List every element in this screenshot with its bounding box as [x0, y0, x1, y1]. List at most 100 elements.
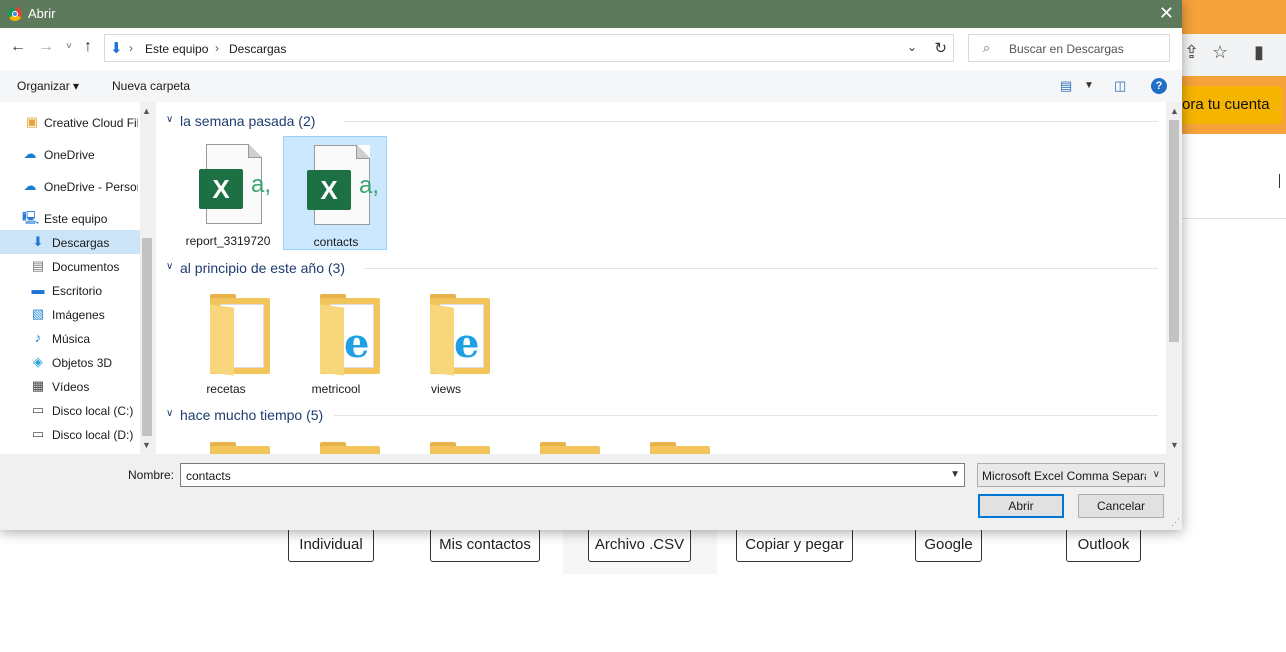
- recent-locations-chevron-icon[interactable]: ˅: [66, 41, 72, 52]
- excel-csv-file-icon: X a,: [199, 144, 271, 224]
- sidebar-item-label: Escritorio: [52, 284, 103, 298]
- change-view-icon[interactable]: ▤: [1060, 78, 1072, 94]
- breadcrumb-descargas[interactable]: Descargas: [229, 42, 286, 56]
- bookmark-star-icon[interactable]: ☆: [1212, 42, 1228, 63]
- source-contacts-button[interactable]: Mis contactos: [430, 528, 540, 562]
- sidebar-item-escritorio[interactable]: ▬ Escritorio: [0, 278, 140, 302]
- view-options-chevron-icon[interactable]: ▼: [1084, 80, 1094, 91]
- music-icon: ♪: [34, 330, 42, 345]
- back-arrow-icon[interactable]: ←: [10, 38, 26, 56]
- scroll-down-icon[interactable]: ▼: [142, 440, 151, 450]
- pictures-icon: ▧: [31, 306, 45, 321]
- folder-icon: [540, 442, 600, 454]
- drive-icon: ▭: [31, 402, 45, 417]
- sidebar-item-documentos[interactable]: ▤ Documentos: [0, 254, 140, 278]
- file-list: ∨ la semana pasada (2) X a, report_33197…: [156, 102, 1182, 454]
- sidebar-item-objetos-3d[interactable]: ◈ Objetos 3D: [0, 350, 140, 374]
- folder-item-metricool[interactable]: e metricool: [284, 288, 388, 402]
- drive-icon: ▭: [31, 426, 45, 441]
- group-header[interactable]: ∨ hace mucho tiempo (5): [164, 404, 1158, 426]
- folder-item-partial[interactable]: [174, 436, 278, 454]
- share-icon[interactable]: ⇪: [1184, 42, 1199, 63]
- sidebar-item-imagenes[interactable]: ▧ Imágenes: [0, 302, 140, 326]
- close-button[interactable]: ✕: [1159, 3, 1174, 24]
- breadcrumb-este-equipo[interactable]: Este equipo: [145, 42, 208, 56]
- organize-button[interactable]: Organizar ▾: [17, 79, 79, 93]
- preview-pane-icon[interactable]: ◫: [1114, 78, 1126, 94]
- search-input[interactable]: ⌕ Buscar en Descargas: [968, 34, 1170, 62]
- folder-front-shape: [430, 304, 454, 376]
- forward-arrow-icon[interactable]: →: [38, 38, 54, 56]
- sidebar-item-disco-d[interactable]: ▭ Disco local (D:): [0, 422, 140, 446]
- open-button[interactable]: Abrir: [978, 494, 1064, 518]
- sidebar-item-disco-c[interactable]: ▭ Disco local (C:): [0, 398, 140, 422]
- source-google-button[interactable]: Google: [915, 528, 982, 562]
- dialog-footer: Nombre: contacts ▼ Microsoft Excel Comma…: [0, 454, 1182, 530]
- collapse-chevron-icon[interactable]: ∨: [166, 114, 173, 125]
- source-outlook-button[interactable]: Outlook: [1066, 528, 1141, 562]
- filetype-select[interactable]: Microsoft Excel Comma Separa ∨: [977, 463, 1165, 487]
- scrollbar-thumb[interactable]: [142, 238, 152, 436]
- address-bar[interactable]: ⬇ › Este equipo › Descargas ⌄ ↻: [104, 34, 954, 62]
- folder-item-partial[interactable]: [284, 436, 388, 454]
- folder-item-partial[interactable]: [614, 436, 718, 454]
- address-history-chevron-icon[interactable]: ⌄: [907, 40, 917, 54]
- refresh-icon[interactable]: ↻: [934, 39, 947, 57]
- breadcrumb-separator-icon[interactable]: ›: [215, 41, 219, 55]
- scroll-up-icon[interactable]: ▲: [1170, 106, 1179, 116]
- breadcrumb-separator-icon[interactable]: ›: [129, 41, 133, 55]
- scrollbar-thumb[interactable]: [1169, 120, 1179, 342]
- scroll-down-icon[interactable]: ▼: [1170, 440, 1179, 450]
- file-item-contacts[interactable]: X a, contacts: [283, 136, 387, 250]
- folder-icon: [320, 442, 380, 454]
- chrome-icon: [8, 7, 22, 21]
- filename-dropdown-chevron-icon[interactable]: ▼: [950, 469, 960, 480]
- file-name: report_3319720: [185, 234, 271, 248]
- sidebar-item-creative-cloud[interactable]: ▣ Creative Cloud Fil: [0, 110, 140, 134]
- folder-item-partial[interactable]: [394, 436, 498, 454]
- navigation-scrollbar[interactable]: ▲ ▼: [140, 102, 154, 454]
- file-list-scrollbar[interactable]: ▲ ▼: [1166, 102, 1182, 454]
- sidebar-item-onedrive-personal[interactable]: ☁ OneDrive - Person: [0, 174, 140, 198]
- filename-input[interactable]: contacts ▼: [180, 463, 965, 487]
- folder-item-partial[interactable]: [504, 436, 608, 454]
- folder-back-shape: [320, 446, 380, 454]
- sidebar-item-videos[interactable]: ▦ Vídeos: [0, 374, 140, 398]
- resize-grip-icon[interactable]: ⋰: [1171, 517, 1180, 528]
- folder-item-recetas[interactable]: recetas: [174, 288, 278, 402]
- sidebar-item-este-equipo[interactable]: 🖳 Este equipo: [0, 206, 140, 230]
- group-header[interactable]: ∨ al principio de este año (3): [164, 257, 1158, 279]
- filetype-chevron-icon[interactable]: ∨: [1153, 469, 1160, 480]
- sidebar-item-musica[interactable]: ♪ Música: [0, 326, 140, 350]
- collapse-chevron-icon[interactable]: ∨: [166, 408, 173, 419]
- new-folder-button[interactable]: Nueva carpeta: [112, 79, 190, 93]
- file-name: contacts: [313, 235, 359, 249]
- group-header[interactable]: ∨ la semana pasada (2): [164, 110, 1158, 132]
- open-file-dialog: Abrir ✕ ← → ˅ ↑ ⬇ › Este equipo › Descar…: [0, 0, 1182, 530]
- sidebar-item-label: Descargas: [52, 236, 110, 250]
- source-paste-button[interactable]: Copiar y pegar: [736, 528, 853, 562]
- navigation-bar: ← → ˅ ↑ ⬇ › Este equipo › Descargas ⌄ ↻ …: [0, 28, 1182, 70]
- up-arrow-icon[interactable]: ↑: [84, 38, 92, 56]
- help-button[interactable]: ?: [1151, 78, 1167, 94]
- group-label: la semana pasada (2): [180, 113, 316, 129]
- file-item-report[interactable]: X a, report_3319720: [176, 136, 280, 250]
- folder-icon: e: [320, 294, 380, 376]
- filename-value: contacts: [186, 469, 231, 483]
- source-individual-button[interactable]: Individual: [288, 528, 374, 562]
- source-csv-button[interactable]: Archivo .CSV: [588, 528, 691, 562]
- side-panel-icon[interactable]: ▮: [1254, 42, 1264, 63]
- create-account-button[interactable]: ora tu cuenta: [1168, 86, 1282, 124]
- dialog-title: Abrir: [28, 6, 56, 21]
- scroll-up-icon[interactable]: ▲: [142, 106, 151, 116]
- folder-icon: e: [430, 294, 490, 376]
- folder-back-shape: [540, 446, 600, 454]
- command-bar: Organizar ▾ Nueva carpeta ▤ ▼ ◫ ?: [0, 70, 1182, 102]
- folder-item-views[interactable]: e views: [394, 288, 498, 402]
- desktop-icon: ▬: [31, 282, 45, 297]
- collapse-chevron-icon[interactable]: ∨: [166, 261, 173, 272]
- sidebar-item-descargas[interactable]: ⬇ Descargas: [0, 230, 140, 254]
- sidebar-item-onedrive[interactable]: ☁ OneDrive: [0, 142, 140, 166]
- cancel-button[interactable]: Cancelar: [1078, 494, 1164, 518]
- sidebar-item-label: Objetos 3D: [52, 356, 113, 370]
